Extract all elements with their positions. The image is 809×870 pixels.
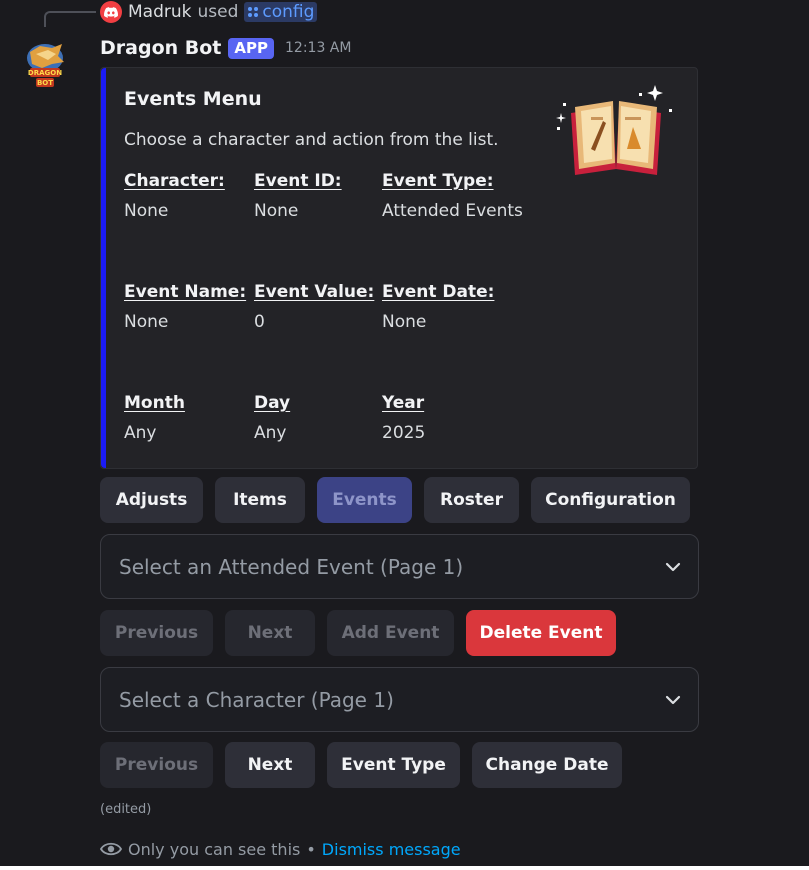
svg-text:DRAGON: DRAGON <box>28 69 62 77</box>
field-name: Event Type: <box>382 171 494 191</box>
field-name: Character: <box>124 171 225 191</box>
event-type-button[interactable]: Event Type <box>327 742 460 788</box>
field-value: 2025 <box>382 423 426 443</box>
field-event-name: Event Name: None <box>124 280 246 334</box>
slash-command-link[interactable]: config <box>244 2 318 22</box>
bot-name[interactable]: Dragon Bot <box>100 37 221 59</box>
field-value: None <box>382 312 427 332</box>
field-character: Character: None <box>124 169 225 223</box>
field-value: Attended Events <box>382 201 523 221</box>
field-name: Event ID: <box>254 171 342 191</box>
window-bottom-edge <box>0 866 809 870</box>
items-button[interactable]: Items <box>215 477 305 523</box>
reply-header: Madruk used config <box>100 0 318 24</box>
adjusts-button[interactable]: Adjusts <box>100 477 203 523</box>
reply-username[interactable]: Madruk <box>128 2 191 22</box>
field-value: Any <box>124 423 157 443</box>
roster-button[interactable]: Roster <box>424 477 519 523</box>
field-name: Event Date: <box>382 282 495 302</box>
configuration-button[interactable]: Configuration <box>531 477 690 523</box>
events-menu-embed: Events Menu Choose a character and actio… <box>100 67 698 469</box>
app-command-icon <box>248 7 259 17</box>
field-event-id: Event ID: None <box>254 169 342 223</box>
ephemeral-text: Only you can see this <box>128 839 301 859</box>
embed-description: Choose a character and action from the l… <box>124 130 499 150</box>
chevron-down-icon <box>665 562 681 571</box>
bot-avatar[interactable]: DRAGON BOT <box>22 38 68 94</box>
field-value: 0 <box>254 312 265 332</box>
field-value: None <box>124 312 169 332</box>
change-date-button[interactable]: Change Date <box>472 742 622 788</box>
field-value: None <box>124 201 169 221</box>
embed-title: Events Menu <box>124 88 262 110</box>
app-tag: APP <box>228 37 274 59</box>
events-button[interactable]: Events <box>317 477 412 523</box>
chevron-down-icon <box>665 695 681 704</box>
field-value: Any <box>254 423 287 443</box>
command-name: config <box>262 2 315 22</box>
reply-action-text: used <box>197 2 239 22</box>
discord-icon <box>100 1 122 23</box>
attended-event-select[interactable]: Select an Attended Event (Page 1) <box>100 534 699 599</box>
field-name: Event Value: <box>254 282 375 302</box>
field-event-date: Event Date: None <box>382 280 494 334</box>
embed-accent-bar <box>101 68 106 468</box>
select-placeholder: Select an Attended Event (Page 1) <box>119 554 464 579</box>
field-event-value: Event Value: 0 <box>254 280 374 334</box>
add-event-button[interactable]: Add Event <box>327 610 454 656</box>
character-previous-button[interactable]: Previous <box>100 742 213 788</box>
select-placeholder: Select a Character (Page 1) <box>119 687 394 712</box>
eye-icon <box>100 842 122 856</box>
message-timestamp[interactable]: 12:13 AM <box>285 40 351 56</box>
field-name: Event Name: <box>124 282 247 302</box>
spellbook-thumbnail[interactable] <box>551 83 681 183</box>
delete-event-button[interactable]: Delete Event <box>466 610 616 656</box>
ephemeral-notice: Only you can see this • Dismiss message <box>100 838 461 860</box>
separator-dot: • <box>306 839 316 859</box>
reply-connector <box>44 11 96 27</box>
dismiss-message-link[interactable]: Dismiss message <box>322 840 461 859</box>
character-select[interactable]: Select a Character (Page 1) <box>100 667 699 732</box>
svg-text:BOT: BOT <box>37 79 53 87</box>
edited-label: (edited) <box>100 802 152 817</box>
event-previous-button[interactable]: Previous <box>100 610 213 656</box>
field-value: None <box>254 201 299 221</box>
field-name: Year <box>382 393 425 413</box>
character-next-button[interactable]: Next <box>225 742 315 788</box>
field-year: Year 2025 <box>382 391 425 445</box>
field-day: Day Any <box>254 391 290 445</box>
field-name: Month <box>124 393 185 413</box>
field-month: Month Any <box>124 391 185 445</box>
message-header: Dragon Bot APP 12:13 AM <box>100 33 351 63</box>
field-name: Day <box>254 393 291 413</box>
event-next-button[interactable]: Next <box>225 610 315 656</box>
field-event-type: Event Type: Attended Events <box>382 169 523 223</box>
